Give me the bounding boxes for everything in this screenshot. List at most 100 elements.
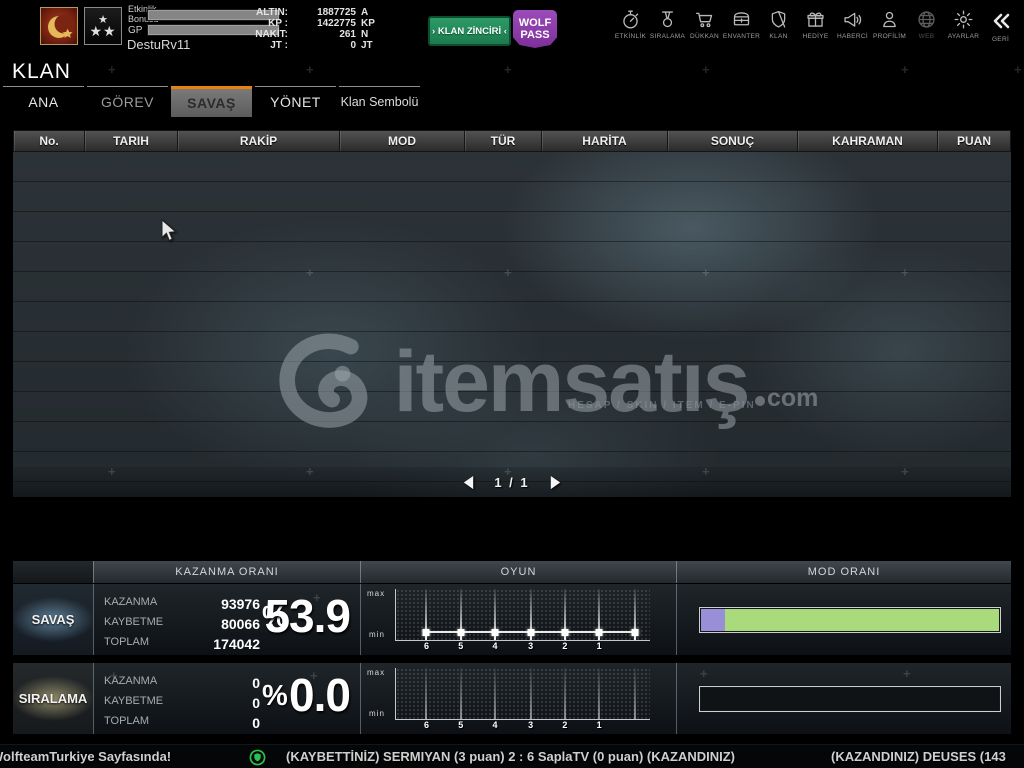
nav-geri[interactable]: GERİ	[982, 9, 1019, 43]
x-tick-5: 5	[458, 641, 464, 651]
jt-label: JT :	[270, 40, 288, 51]
currency-row-altin: ALTIN: 1887725 A	[240, 7, 384, 18]
kazanma-value: 93976	[221, 596, 260, 612]
col-no[interactable]: No.	[14, 131, 85, 151]
kp-unit: KP	[361, 18, 375, 29]
stats-header-stub	[13, 561, 93, 583]
nakit-unit: N	[361, 29, 369, 40]
chart-vline	[494, 668, 497, 719]
siralama-oyun-chart-cell: max min 6 5 4 3 2 1	[360, 663, 676, 734]
currency-row-jt: JT : 0 JT	[240, 40, 384, 51]
x-tick-4: 4	[492, 720, 498, 730]
axis-min-label: min	[369, 709, 385, 718]
x-tick-4: 4	[492, 641, 498, 651]
tab-gorev[interactable]: GÖREV	[87, 86, 168, 117]
siralama-winrate-cell: KAZANMA 0 KAYBETME 0 TOPLAM 0 % 0.0	[93, 663, 360, 734]
pagination: 1 / 1	[13, 467, 1011, 497]
col-mod[interactable]: MOD	[340, 131, 465, 151]
col-puan[interactable]: PUAN	[938, 131, 1010, 151]
col-tarih[interactable]: TARIH	[85, 131, 178, 151]
savas-oyun-chart-cell: max min 6 5 4 3 2 1	[360, 584, 676, 655]
wolf-pass-label-line2: PASS	[520, 29, 550, 41]
mod-segment-green	[724, 609, 999, 631]
kazanma-label: KAZANMA	[104, 675, 158, 687]
currency-row-kp: KP : 1422775 KP	[240, 18, 384, 29]
nav-hediye[interactable]: HEDİYE	[797, 9, 834, 40]
megaphone-icon	[844, 12, 862, 27]
x-tick-1: 1	[596, 641, 602, 651]
jt-unit: JT	[361, 40, 373, 51]
gear-icon	[954, 10, 973, 29]
nav-siralama[interactable]: SIRALAMA	[649, 9, 686, 40]
nav-haberci[interactable]: HABERCİ	[834, 9, 871, 40]
chart-vline	[633, 668, 636, 719]
prev-page-button[interactable]	[461, 475, 476, 490]
kaybetme-value: 0	[252, 695, 260, 711]
col-kahraman[interactable]: KAHRAMAN	[798, 131, 938, 151]
col-sonuc[interactable]: SONUÇ	[668, 131, 798, 151]
nav-dukkan[interactable]: DÜKKAN	[686, 9, 723, 40]
altin-value: 1887725	[317, 7, 356, 18]
nav-klan[interactable]: KLAN	[760, 9, 797, 40]
col-rakip[interactable]: RAKİP	[178, 131, 340, 151]
chart-point	[561, 629, 569, 636]
chart-vline	[425, 668, 428, 719]
chart-vline	[598, 668, 601, 719]
next-page-button[interactable]	[548, 475, 563, 490]
nav-envanter[interactable]: ENVANTER	[723, 9, 760, 40]
mod-ratio-bar-siralama-empty	[699, 686, 1001, 712]
person-icon	[883, 11, 896, 28]
axis-max-label: max	[367, 668, 386, 677]
kaybetme-label: KAYBETME	[104, 695, 164, 707]
tab-klan-sembolu[interactable]: Klan Sembolü	[339, 86, 420, 117]
percent-sign: %	[262, 680, 288, 712]
x-tick-5: 5	[458, 720, 464, 730]
altin-label: ALTIN:	[255, 7, 288, 18]
chart-point	[457, 629, 465, 636]
titlebar: KLAN ANA GÖREV SAVAŞ YÖNET Klan Sembolü	[0, 55, 1024, 167]
page-title: KLAN	[12, 60, 71, 83]
header-kazanma-orani: KAZANMA ORANI	[93, 561, 360, 583]
winrate-percent: 0.0	[289, 669, 351, 721]
watermark-subtitle: HESAP / SKIN / ITEM / E-PIN	[568, 400, 756, 411]
savas-mod-orani-cell	[676, 584, 1011, 655]
shield-icon	[771, 10, 786, 28]
stats-row-savas: SAVAŞ KAZANMA 93976 KAYBETME 80066 TOPLA…	[13, 584, 1011, 655]
header-oyun: OYUN	[360, 561, 676, 583]
news-ticker: WolfteamTurkiye Sayfasında! (KAYBETTİNİZ…	[0, 744, 1024, 768]
table-row-lines	[13, 152, 1011, 497]
stars-icon: ★★	[89, 22, 117, 39]
medal-icon	[662, 11, 673, 28]
toplam-label: TOPLAM	[104, 715, 150, 727]
toplam-label: TOPLAM	[104, 636, 150, 648]
col-harita[interactable]: HARİTA	[542, 131, 668, 151]
klan-zinciri-button[interactable]: › KLAN ZİNCİRİ ‹	[428, 16, 511, 46]
nav-etkinlik[interactable]: ETKİNLİK	[612, 9, 649, 40]
siralama-mod-orani-cell	[676, 663, 1011, 734]
double-chevron-left-icon	[993, 13, 1009, 29]
chest-icon	[733, 12, 750, 26]
nav-profilim[interactable]: PROFİLİM	[871, 9, 908, 40]
row-label-siralama: SIRALAMA	[13, 663, 93, 734]
nav-web[interactable]: WEB	[908, 9, 945, 40]
col-tur[interactable]: TÜR	[465, 131, 542, 151]
ticker-right-text: (KAZANDINIZ) DEUSES (143	[831, 749, 1006, 764]
wolf-pass-button[interactable]: WOLF PASS	[513, 10, 557, 48]
clan-war-result-icon	[249, 749, 266, 766]
chart-point	[631, 629, 639, 636]
tab-yonet[interactable]: YÖNET	[255, 86, 336, 117]
x-tick-6: 6	[423, 720, 429, 730]
rank-icon[interactable]: ★ ★★	[84, 7, 122, 45]
ticker-left-text: WolfteamTurkiye Sayfasında!	[0, 749, 172, 764]
header-mod-orani: MOD ORANI	[676, 561, 1011, 583]
clan-emblem-icon[interactable]	[40, 7, 78, 45]
chart-vline	[459, 668, 462, 719]
tab-savas[interactable]: SAVAŞ	[171, 86, 252, 117]
stats-header: KAZANMA ORANI OYUN MOD ORANI	[13, 561, 1011, 583]
jt-value: 0	[350, 40, 356, 51]
chart-point	[527, 629, 535, 636]
tab-ana[interactable]: ANA	[3, 86, 84, 117]
nav-ayarlar[interactable]: AYARLAR	[945, 9, 982, 40]
currency-panel: ALTIN: 1887725 A KP : 1422775 KP NAKİT: …	[240, 7, 384, 51]
topbar: ★ ★★ Etkinlik Bonusu GP DestuRv11 ALTIN:…	[0, 0, 1024, 55]
